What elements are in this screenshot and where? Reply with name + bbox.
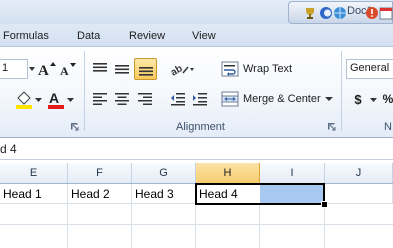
gridline [0, 224, 393, 225]
column-header-i[interactable]: I [260, 163, 325, 183]
bottom-align-button[interactable] [134, 58, 157, 80]
middle-align-button[interactable] [112, 59, 132, 79]
top-align-button[interactable] [90, 59, 110, 79]
wrap-text-button[interactable]: Wrap Text [221, 59, 317, 79]
cell-g[interactable]: Head 3 [132, 184, 196, 204]
fill-handle[interactable] [321, 201, 328, 208]
column-header-j[interactable]: J [325, 163, 393, 183]
font-color-button[interactable]: A [46, 89, 66, 111]
align-right-button[interactable] [135, 89, 155, 109]
column-headers: E F G H I J [0, 163, 393, 184]
alert-icon[interactable] [365, 6, 379, 20]
alignment-group-label: Alignment [176, 121, 225, 133]
tab-data[interactable]: Data [77, 30, 100, 42]
align-bottom-icon [138, 67, 153, 76]
column-header-h[interactable]: H [196, 163, 260, 183]
ribbon-tabs: Formulas Data Review View [0, 24, 393, 46]
column-header-g[interactable]: G [132, 163, 196, 183]
trophy-icon[interactable] [303, 6, 317, 20]
increase-indent-button[interactable] [190, 89, 210, 109]
font-size-value: 1 [2, 62, 9, 74]
formula-bar[interactable]: d 4 [0, 138, 393, 160]
svg-text:ab: ab [169, 63, 185, 77]
group-separator [84, 51, 85, 131]
gridline [259, 204, 260, 248]
wrap-text-icon [221, 61, 239, 77]
align-left-icon [93, 93, 107, 105]
number-group-label: N [384, 121, 392, 133]
wrap-text-label: Wrap Text [243, 63, 293, 75]
font-color-icon: A [48, 90, 64, 109]
alignment-dialog-launcher-icon[interactable] [328, 123, 336, 131]
font-dialog-launcher-icon[interactable] [71, 123, 79, 131]
fill-color-button[interactable] [14, 89, 34, 111]
number-format-value: General [350, 62, 390, 74]
globe-icon[interactable] [333, 6, 347, 20]
merge-center-label: Merge & Center [243, 93, 321, 105]
align-middle-icon [115, 65, 129, 74]
font-size-combo[interactable]: 1 [0, 59, 28, 79]
svg-text:A: A [38, 63, 49, 77]
gridline [324, 204, 325, 248]
tab-formulas[interactable]: Formulas [3, 30, 49, 42]
decrease-indent-icon [171, 93, 185, 106]
gridline [195, 204, 196, 248]
merge-cells-icon [221, 91, 239, 107]
fill-color-dropdown-icon[interactable] [35, 95, 42, 105]
number-format-combo[interactable]: General [346, 59, 393, 79]
align-right-icon [138, 93, 152, 105]
align-left-button[interactable] [90, 89, 110, 109]
grow-font-button[interactable]: A [37, 59, 57, 79]
align-center-button[interactable] [112, 89, 132, 109]
font-size-dropdown-icon[interactable] [28, 59, 36, 79]
gridline [67, 204, 68, 248]
app-c-icon[interactable] [319, 6, 333, 20]
selection-border [195, 183, 325, 205]
cell-j[interactable] [325, 184, 393, 204]
cell-e[interactable]: Head 1 [0, 184, 68, 204]
currency-dropdown-icon[interactable] [370, 95, 377, 105]
percent-symbol: % [382, 92, 393, 106]
svg-text:A: A [60, 64, 69, 77]
ribbon: 1 A A A ab Wrap Text Merge & Center Alig… [0, 46, 393, 138]
currency-button[interactable]: $ [350, 89, 366, 109]
paint-bucket-icon [16, 91, 32, 109]
shrink-font-button[interactable]: A [59, 59, 77, 79]
merge-center-button[interactable]: Merge & Center [221, 89, 339, 109]
decrease-indent-button[interactable] [168, 89, 188, 109]
taskbar-strip: Doc1 [288, 1, 393, 24]
tab-view[interactable]: View [192, 30, 216, 42]
title-bar: Doc1 [0, 0, 393, 24]
align-center-icon [115, 93, 129, 105]
worksheet-grid: E F G H I J Head 1 Head 2 Head 3 Head 4 [0, 160, 393, 248]
font-grow-icon: A [38, 62, 56, 77]
svg-text:A: A [49, 90, 59, 106]
currency-symbol: $ [354, 91, 362, 107]
cell-f[interactable]: Head 2 [68, 184, 132, 204]
tab-review[interactable]: Review [129, 30, 165, 42]
column-header-f[interactable]: F [68, 163, 132, 183]
orientation-button[interactable]: ab [168, 59, 196, 79]
align-top-icon [93, 63, 107, 72]
merge-dropdown-icon[interactable] [324, 95, 333, 103]
percent-button[interactable]: % [381, 89, 393, 109]
calendar-icon[interactable] [379, 6, 393, 20]
text-orientation-icon: ab [169, 63, 194, 77]
gridline [131, 204, 132, 248]
formula-bar-value: d 4 [0, 142, 17, 156]
increase-indent-icon [193, 93, 207, 106]
font-shrink-icon: A [60, 63, 76, 77]
group-separator [341, 51, 342, 131]
font-color-dropdown-icon[interactable] [67, 95, 74, 105]
column-header-e[interactable]: E [0, 163, 68, 183]
